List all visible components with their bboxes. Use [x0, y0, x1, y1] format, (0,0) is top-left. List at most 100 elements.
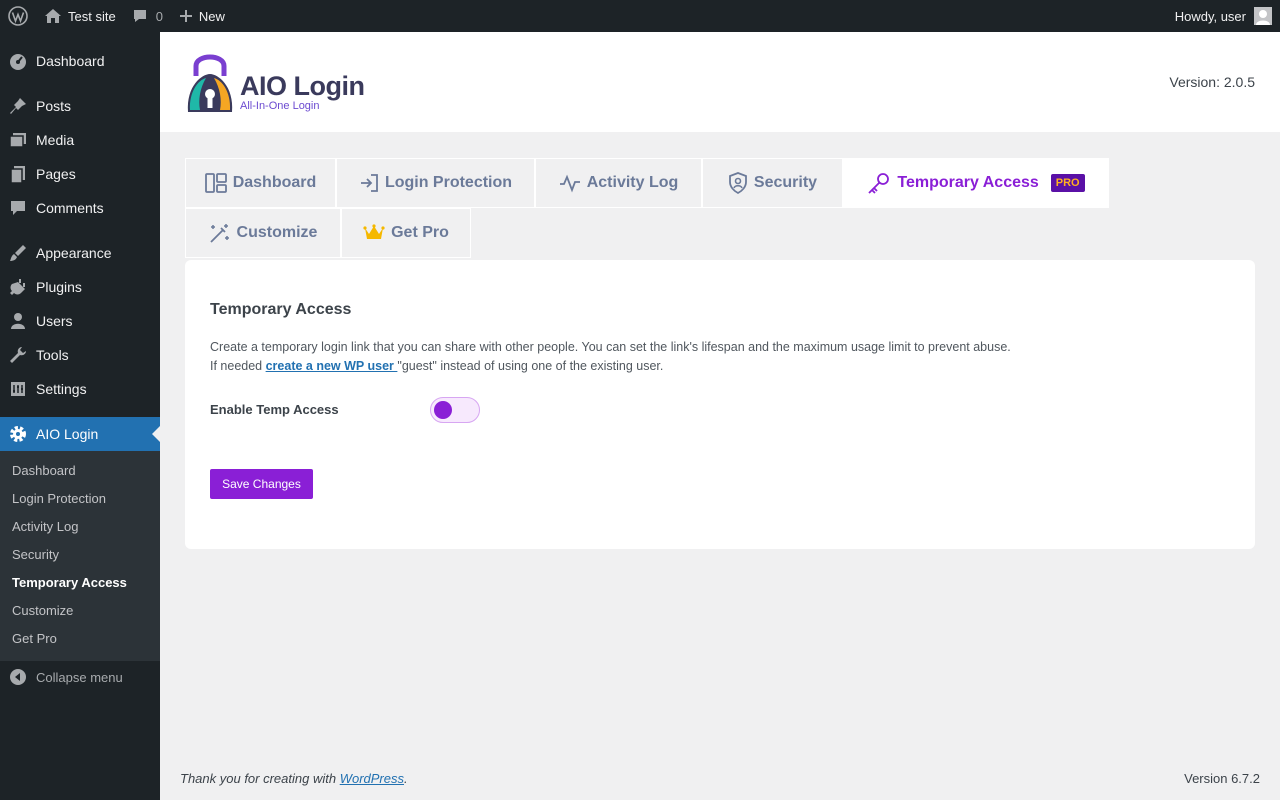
wordpress-logo-icon[interactable]	[0, 0, 36, 32]
sidebar-item-label: Pages	[36, 166, 76, 182]
settings-icon	[0, 379, 36, 399]
submenu-item-temporary-access[interactable]: Temporary Access	[12, 573, 127, 593]
footer-thanks-prefix: Thank you for creating with	[180, 771, 340, 786]
description-suffix: "guest" instead of using one of the exis…	[397, 359, 664, 373]
pages-icon	[0, 164, 36, 184]
tab-activity-log[interactable]: Activity Log	[535, 158, 702, 208]
new-label: New	[198, 8, 225, 24]
sidebar-item-label: Media	[36, 132, 75, 148]
submenu-item-activity-log[interactable]: Activity Log	[12, 517, 78, 537]
tab-label: Customize	[236, 224, 318, 241]
tab-get-pro[interactable]: Get Pro	[341, 208, 471, 258]
avatar[interactable]	[1254, 7, 1272, 25]
collapse-label: Collapse menu	[36, 669, 123, 685]
sidebar-item-comments[interactable]: Comments	[0, 191, 160, 225]
aio-login-logo: AIO Login All-In-One Login	[184, 46, 365, 114]
plugin-version: Version: 2.0.5	[1169, 74, 1255, 90]
sidebar-item-label: Comments	[36, 200, 104, 216]
enable-temp-access-toggle[interactable]	[430, 397, 480, 423]
temporary-access-panel: Temporary Access Create a temporary logi…	[185, 260, 1255, 549]
plugin-icon	[0, 277, 36, 297]
layout-icon	[204, 173, 227, 193]
site-name: Test site	[68, 8, 116, 24]
comment-icon	[0, 198, 36, 218]
sidebar-item-label: AIO Login	[36, 426, 99, 442]
tab-customize[interactable]: Customize	[185, 208, 341, 258]
tab-label: Security	[753, 174, 818, 191]
sidebar-item-dashboard[interactable]: Dashboard	[0, 44, 160, 78]
tab-label: Activity Log	[586, 174, 679, 191]
footer-thanks: Thank you for creating with WordPress.	[180, 771, 408, 786]
footer-thanks-suffix: .	[404, 771, 408, 786]
sidebar-item-plugins[interactable]: Plugins	[0, 270, 160, 304]
sidebar-item-label: Settings	[36, 381, 87, 397]
padlock-logo-icon	[187, 54, 233, 112]
tab-label: Login Protection	[384, 174, 513, 191]
tab-label: Dashboard	[232, 174, 317, 191]
collapse-arrow-icon	[0, 668, 36, 686]
description-prefix: If needed	[210, 359, 266, 373]
shield-icon	[728, 172, 748, 194]
tab-temporary-access[interactable]: Temporary Access PRO	[843, 158, 1109, 208]
plugin-header: AIO Login All-In-One Login Version: 2.0.…	[160, 32, 1280, 132]
sidebar-item-users[interactable]: Users	[0, 304, 160, 338]
login-icon	[359, 173, 379, 193]
comment-icon	[132, 8, 148, 24]
toggle-knob	[434, 401, 452, 419]
sidebar-item-aio-login[interactable]: AIO Login	[0, 417, 160, 451]
admin-bar: Test site 0 New Howdy, user	[0, 0, 1280, 32]
comments-count: 0	[155, 8, 163, 24]
tab-login-protection[interactable]: Login Protection	[336, 158, 535, 208]
sidebar-item-label: Plugins	[36, 279, 82, 295]
save-changes-button[interactable]: Save Changes	[210, 469, 313, 499]
aio-login-submenu: Dashboard Login Protection Activity Log …	[0, 451, 160, 661]
submenu-item-customize[interactable]: Customize	[12, 601, 73, 621]
gear-icon	[0, 424, 36, 444]
sidebar-item-appearance[interactable]: Appearance	[0, 236, 160, 270]
new-content-link[interactable]: New	[171, 0, 233, 32]
sidebar-item-label: Tools	[36, 347, 69, 363]
tab-dashboard[interactable]: Dashboard	[185, 158, 336, 208]
sidebar-item-pages[interactable]: Pages	[0, 157, 160, 191]
sidebar-item-settings[interactable]: Settings	[0, 372, 160, 406]
home-icon	[44, 8, 62, 24]
site-name-link[interactable]: Test site	[36, 0, 124, 32]
activity-icon	[559, 173, 581, 193]
brush-icon	[0, 243, 36, 263]
tab-label: Get Pro	[391, 224, 449, 241]
submenu-item-get-pro[interactable]: Get Pro	[12, 629, 57, 649]
panel-title: Temporary Access	[210, 301, 352, 318]
dashboard-icon	[0, 51, 36, 71]
howdy-user-link[interactable]: Howdy, user	[1175, 9, 1246, 24]
wordpress-link[interactable]: WordPress	[340, 771, 404, 786]
media-icon	[0, 130, 36, 150]
submenu-item-login-protection[interactable]: Login Protection	[12, 489, 106, 509]
submenu-item-dashboard[interactable]: Dashboard	[12, 461, 76, 481]
enable-temp-access-label: Enable Temp Access	[210, 402, 339, 417]
admin-sidebar: Dashboard Posts Media Pages Comments App…	[0, 32, 160, 800]
tab-label: Temporary Access	[897, 174, 1039, 191]
tab-security[interactable]: Security	[702, 158, 843, 208]
crown-icon	[363, 224, 385, 242]
wordpress-version: Version 6.7.2	[1184, 771, 1260, 786]
sidebar-item-label: Appearance	[36, 245, 112, 261]
create-wp-user-link[interactable]: create a new WP user	[266, 359, 398, 373]
sidebar-item-tools[interactable]: Tools	[0, 338, 160, 372]
collapse-menu-button[interactable]: Collapse menu	[0, 665, 160, 689]
sidebar-item-label: Posts	[36, 98, 72, 114]
logo-title: AIO Login	[240, 71, 365, 101]
magic-wand-icon	[209, 222, 231, 244]
sidebar-item-media[interactable]: Media	[0, 123, 160, 157]
description-line-1: Create a temporary login link that you c…	[210, 340, 1011, 354]
sidebar-item-label: Dashboard	[36, 53, 105, 69]
wrench-icon	[0, 345, 36, 365]
submenu-item-security[interactable]: Security	[12, 545, 59, 565]
comments-link[interactable]: 0	[124, 0, 171, 32]
sidebar-item-posts[interactable]: Posts	[0, 89, 160, 123]
plus-icon	[179, 9, 193, 23]
key-icon	[867, 171, 891, 195]
logo-subtitle: All-In-One Login	[240, 100, 320, 112]
pin-icon	[0, 96, 36, 116]
user-icon	[0, 311, 36, 331]
pro-badge: PRO	[1050, 174, 1085, 192]
